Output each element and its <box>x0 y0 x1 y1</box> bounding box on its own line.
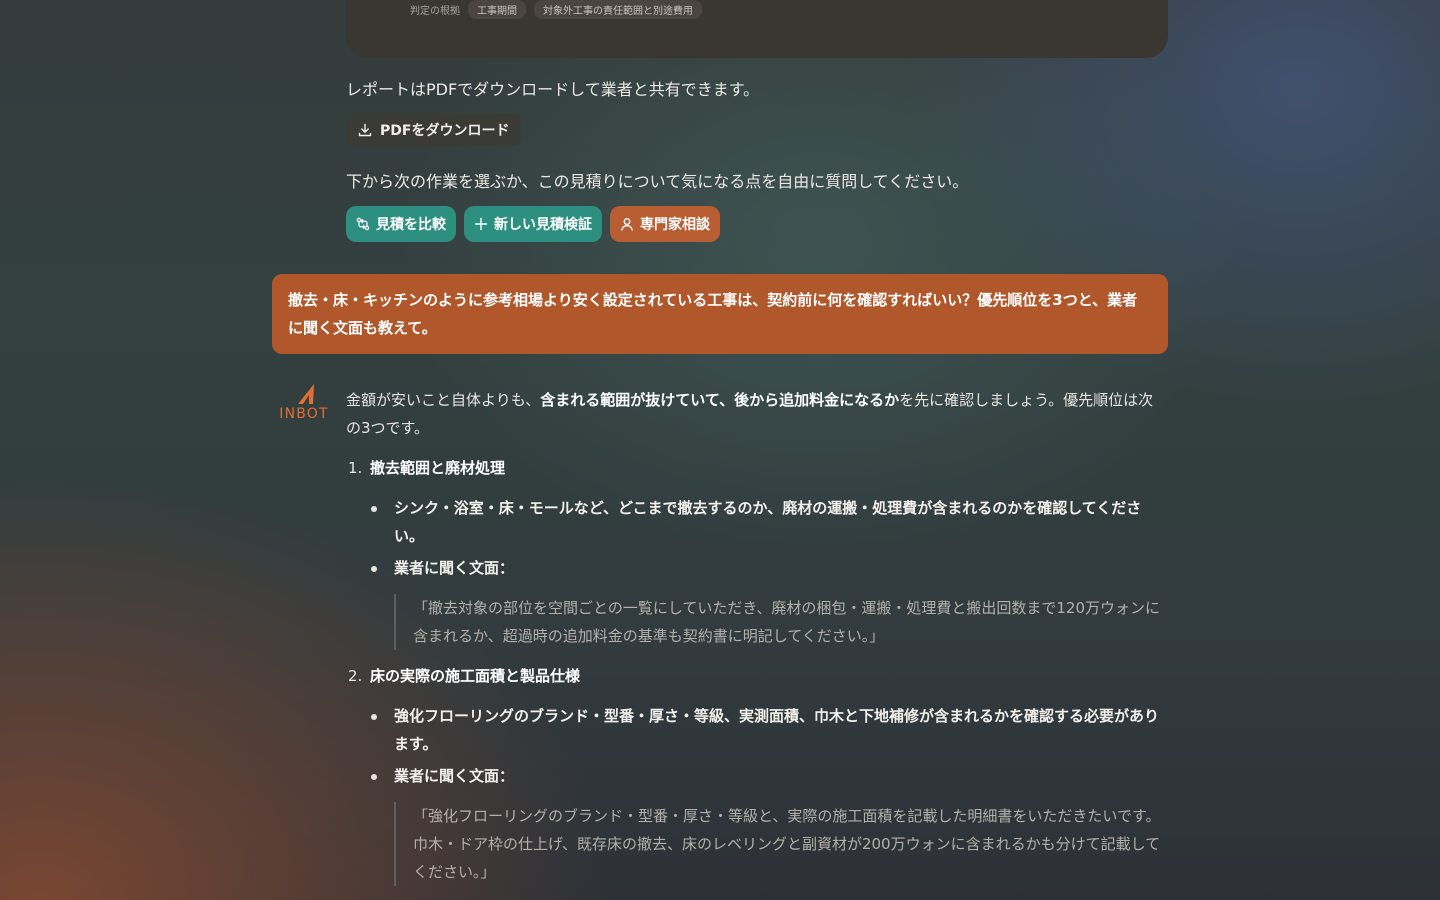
compare-icon <box>356 217 370 231</box>
user-message-bubble: 撤去・床・キッチンのように参考相場より安く設定されている工事は、契約前に何を確認… <box>272 274 1168 354</box>
plus-icon <box>474 217 488 231</box>
tag-out-of-scope-cost: 対象外工事の責任範囲と別途費用 <box>534 0 702 19</box>
priority-item-2-quote: 「強化フローリングのブランド・型番・厚さ・等級と、実際の施工面積を記載した明細書… <box>394 802 1168 886</box>
priority-item-1-title: 1. 撤去範囲と廃材処理 <box>346 454 1168 482</box>
priority-item-1-quote: 「撤去対象の部位を空間ごとの一覧にしていただき、廃材の梱包・運搬・処理費と搬出回… <box>394 594 1168 650</box>
download-icon <box>358 123 372 137</box>
new-estimate-check-button[interactable]: 新しい見積検証 <box>464 206 602 242</box>
pdf-download-label: PDFをダウンロード <box>380 123 510 139</box>
expert-consultation-label: 専門家相談 <box>640 217 710 233</box>
inbot-logo-mark-icon <box>298 384 314 404</box>
assistant-answer: 金額が安いこと自体よりも、含まれる範囲が抜けていて、後から追加料金になるかを先に… <box>346 386 1168 886</box>
priority-title: 撤去範囲と廃材処理 <box>370 459 506 477</box>
tag-construction-period: 工事期間 <box>468 0 526 19</box>
inbot-logo: INBOT <box>276 383 332 423</box>
compare-estimates-label: 見積を比較 <box>376 217 446 233</box>
intro-text-emphasis: 含まれる範囲が抜けていて、後から追加料金になるか <box>540 391 900 409</box>
next-action-prompt: 下から次の作業を選ぶか、この見積りについて気になる点を自由に質問してください。 <box>346 172 969 191</box>
action-chips: 見積を比較 新しい見積検証 専門家相談 <box>346 206 720 242</box>
priority-item-2-point: 強化フローリングのブランド・型番・厚さ・等級、実測面積、巾木と下地補修が含まれる… <box>371 702 1168 758</box>
judgement-basis-row: 判定の根拠 工事期間 対象外工事の責任範囲と別途費用 <box>410 0 702 19</box>
answer-intro: 金額が安いこと自体よりも、含まれる範囲が抜けていて、後から追加料金になるかを先に… <box>346 386 1168 442</box>
priority-title: 床の実際の施工面積と製品仕様 <box>370 667 581 685</box>
priority-number: 2. <box>348 667 363 685</box>
priority-item-1-ask-label: 業者に聞く文面： <box>371 554 1168 582</box>
pdf-download-button[interactable]: PDFをダウンロード <box>346 114 522 146</box>
priority-number: 1. <box>348 459 363 477</box>
inbot-logo-text: INBOT <box>279 406 329 422</box>
judgement-basis-label: 判定の根拠 <box>410 6 460 17</box>
expert-consultation-button[interactable]: 専門家相談 <box>610 206 720 242</box>
report-note: レポートはPDFでダウンロードして業者と共有できます。 <box>346 80 760 99</box>
new-estimate-check-label: 新しい見積検証 <box>494 217 592 233</box>
intro-text-before: 金額が安いこと自体よりも、 <box>346 391 541 409</box>
previous-result-card: 判定の根拠 工事期間 対象外工事の責任範囲と別途費用 <box>346 0 1168 58</box>
priority-item-2-title: 2. 床の実際の施工面積と製品仕様 <box>346 662 1168 690</box>
compare-estimates-button[interactable]: 見積を比較 <box>346 206 456 242</box>
priority-item-2-ask-label: 業者に聞く文面： <box>371 762 1168 790</box>
person-icon <box>621 218 633 231</box>
priority-item-1-point: シンク・浴室・床・モールなど、どこまで撤去するのか、廃材の運搬・処理費が含まれる… <box>371 494 1168 550</box>
